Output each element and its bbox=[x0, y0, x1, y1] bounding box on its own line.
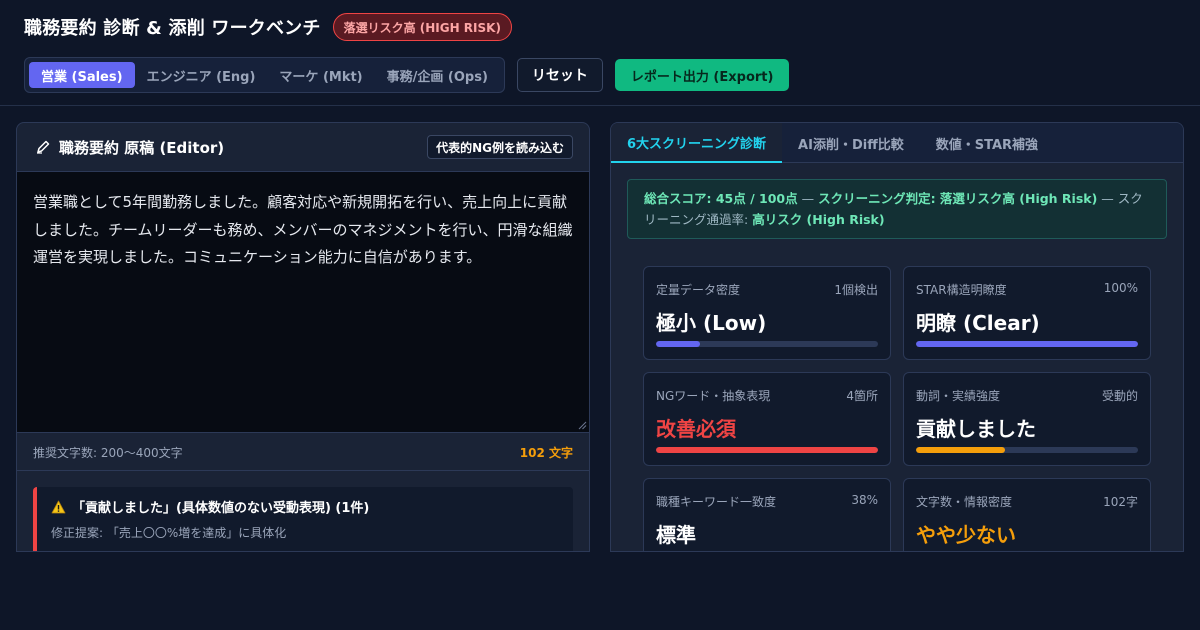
issue-suggestion: 修正提案: 「売上〇〇%増を達成」に具体化 bbox=[51, 526, 287, 540]
issue-title: 「貢献しました」(具体数値のない受動表現) (1件) bbox=[51, 497, 559, 516]
pen-icon bbox=[37, 140, 50, 154]
tab-ai-diff[interactable]: AI添削・Diff比較 bbox=[782, 123, 920, 163]
editor-panel-header: 職務要約 原稿 (Editor) 代表的NG例を読み込む bbox=[17, 123, 589, 172]
segment-engineer[interactable]: エンジニア (Eng) bbox=[135, 62, 268, 88]
metric-name: NGワード・抽象表現 bbox=[656, 389, 771, 403]
diagnosis-panel: 6大スクリーニング診断 AI添削・Diff比較 数値・STAR補強 総合スコア:… bbox=[610, 122, 1184, 552]
warning-icon bbox=[51, 500, 66, 513]
char-count-hint: 推奨文字数: 200〜400文字 bbox=[33, 445, 183, 460]
metric-card-verb-strength: 動詞・実績強度 受動的 貢献しました bbox=[903, 372, 1151, 466]
char-count-row: 推奨文字数: 200〜400文字 102 文字 bbox=[17, 434, 589, 471]
metric-bar bbox=[916, 341, 1138, 347]
tab-star-enhance[interactable]: 数値・STAR補強 bbox=[920, 123, 1054, 163]
editor-panel-title: 職務要約 原稿 (Editor) bbox=[35, 137, 224, 158]
score-summary: 総合スコア: 45点 / 100点 — スクリーニング判定: 落選リスク高 (H… bbox=[627, 179, 1167, 239]
tab-screening-diagnosis[interactable]: 6大スクリーニング診断 bbox=[611, 123, 783, 163]
load-ng-example-button[interactable]: 代表的NG例を読み込む bbox=[427, 135, 573, 159]
reset-button[interactable]: リセット bbox=[516, 58, 603, 92]
pass-rate-value: 高リスク (High Risk) bbox=[752, 212, 885, 227]
job-type-segmented-control: 営業 (Sales) エンジニア (Eng) マーケ (Mkt) 事務/企画 (… bbox=[24, 57, 505, 93]
screening-verdict: スクリーニング判定: 落選リスク高 (High Risk) bbox=[818, 191, 1098, 206]
resize-handle-icon[interactable] bbox=[577, 420, 587, 430]
title-row: 職務要約 診断 & 添削 ワークベンチ 落選リスク高 (HIGH RISK) bbox=[24, 12, 512, 42]
segment-ops[interactable]: 事務/企画 (Ops) bbox=[375, 62, 500, 88]
export-report-button[interactable]: レポート出力 (Export) bbox=[614, 59, 790, 91]
metric-name: 文字数・情報密度 bbox=[916, 495, 1013, 509]
app-title: 職務要約 診断 & 添削 ワークベンチ bbox=[24, 18, 321, 39]
metric-meta: 100% bbox=[1103, 281, 1138, 295]
app-header: 職務要約 診断 & 添削 ワークベンチ 落選リスク高 (HIGH RISK) 営… bbox=[0, 0, 1200, 106]
metric-card-quantitative: 定量データ密度 1個検出 極小 (Low) bbox=[643, 266, 891, 360]
metric-name: STAR構造明瞭度 bbox=[916, 283, 1007, 297]
diagnosis-tabs: 6大スクリーニング診断 AI添削・Diff比較 数値・STAR補強 bbox=[611, 123, 1183, 163]
metric-bar-fill bbox=[916, 447, 1005, 453]
metric-value: 極小 (Low) bbox=[656, 311, 767, 335]
controls-row: 営業 (Sales) エンジニア (Eng) マーケ (Mkt) 事務/企画 (… bbox=[24, 57, 790, 93]
editor-text[interactable]: 営業職として5年間勤務しました。顧客対応や新規開拓を行い、売上向上に貢献しました… bbox=[33, 189, 573, 272]
issue-card[interactable]: 「貢献しました」(具体数値のない受動表現) (1件) 修正提案: 「売上〇〇%増… bbox=[33, 487, 573, 551]
segment-sales[interactable]: 営業 (Sales) bbox=[29, 62, 135, 88]
editor-title-label: 職務要約 原稿 (Editor) bbox=[59, 138, 225, 157]
editor-panel: 職務要約 原稿 (Editor) 代表的NG例を読み込む 営業職として5年間勤務… bbox=[16, 122, 590, 552]
metric-value: 標準 bbox=[656, 523, 696, 547]
metric-name: 定量データ密度 bbox=[656, 283, 741, 297]
metric-name: 職種キーワード一致度 bbox=[656, 495, 777, 509]
metric-value: 改善必須 bbox=[656, 417, 736, 441]
metric-bar-fill bbox=[656, 341, 701, 347]
metric-value: 貢献しました bbox=[916, 417, 1036, 441]
metric-card-char-density: 文字数・情報密度 102字 やや少ない bbox=[903, 478, 1151, 551]
metric-value: 明瞭 (Clear) bbox=[916, 311, 1040, 335]
metric-meta: 4箇所 bbox=[846, 389, 878, 403]
metric-bar-fill bbox=[656, 447, 878, 453]
summary-separator: — bbox=[797, 191, 819, 206]
metric-card-ng-words: NGワード・抽象表現 4箇所 改善必須 bbox=[643, 372, 891, 466]
metric-bar bbox=[656, 341, 878, 347]
metric-bar bbox=[656, 447, 878, 453]
risk-status-badge: 落選リスク高 (HIGH RISK) bbox=[332, 13, 512, 41]
metric-card-keyword-match: 職種キーワード一致度 38% 標準 bbox=[643, 478, 891, 551]
metric-bar-fill bbox=[916, 341, 1138, 347]
metric-meta: 1個検出 bbox=[834, 283, 878, 297]
issue-title-text: 「貢献しました」(具体数値のない受動表現) (1件) bbox=[72, 501, 370, 516]
total-score: 総合スコア: 45点 / 100点 bbox=[644, 191, 798, 206]
metric-value: やや少ない bbox=[916, 523, 1016, 547]
metric-meta: 102字 bbox=[1103, 495, 1138, 509]
summary-text-editor[interactable]: 営業職として5年間勤務しました。顧客対応や新規開拓を行い、売上向上に貢献しました… bbox=[17, 172, 589, 433]
metric-meta: 38% bbox=[851, 493, 878, 507]
metric-card-star: STAR構造明瞭度 100% 明瞭 (Clear) bbox=[903, 266, 1151, 360]
metric-name: 動詞・実績強度 bbox=[916, 389, 1001, 403]
segment-marketing[interactable]: マーケ (Mkt) bbox=[267, 62, 374, 88]
metric-bar bbox=[916, 447, 1138, 453]
char-count-value: 102 文字 bbox=[519, 445, 573, 460]
metric-meta: 受動的 bbox=[1101, 389, 1138, 403]
